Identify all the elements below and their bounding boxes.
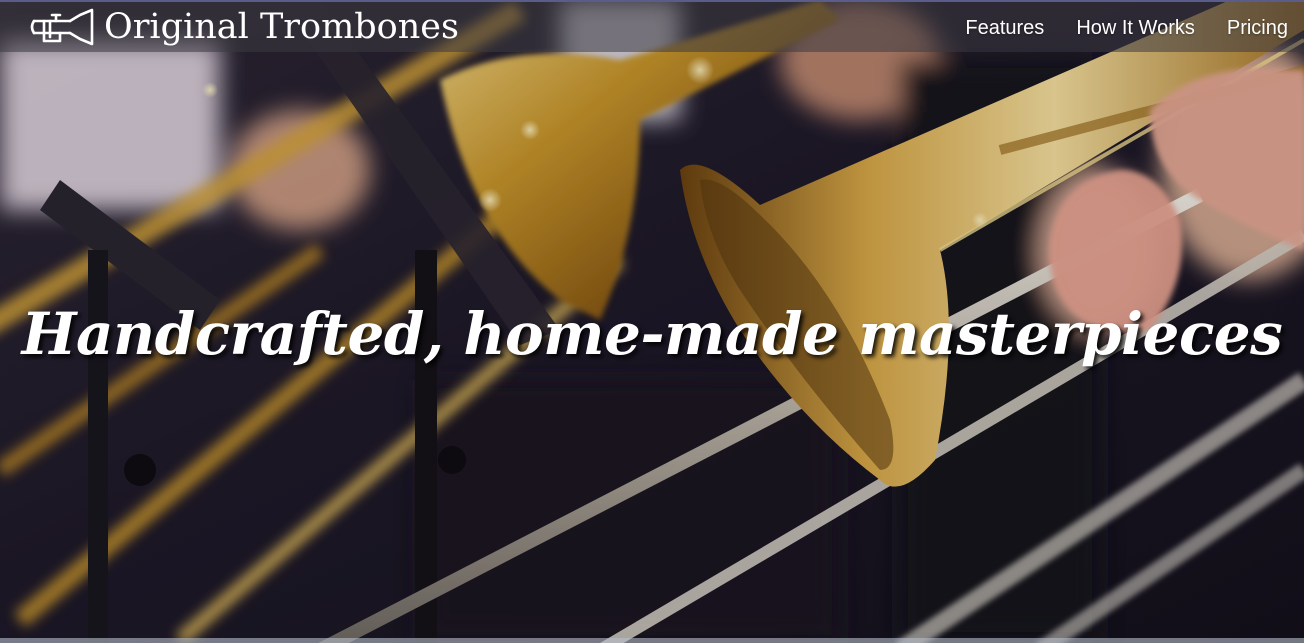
hero-headline: Handcrafted, home-made masterpieces bbox=[21, 300, 1283, 368]
hero-bottom-edge bbox=[0, 638, 1304, 643]
nav-item-features[interactable]: Features bbox=[965, 17, 1044, 40]
brand-name: Original Trombones bbox=[104, 7, 459, 47]
main-nav: Features How It Works Pricing bbox=[933, 4, 1288, 52]
nav-item-pricing[interactable]: Pricing bbox=[1227, 17, 1288, 40]
brand-logo-link[interactable]: Original Trombones bbox=[30, 6, 459, 48]
site-header: Original Trombones Features How It Works… bbox=[0, 0, 1304, 52]
trombone-icon bbox=[30, 8, 94, 46]
hero-section: Original Trombones Features How It Works… bbox=[0, 0, 1304, 643]
nav-item-how-it-works[interactable]: How It Works bbox=[1076, 17, 1195, 40]
